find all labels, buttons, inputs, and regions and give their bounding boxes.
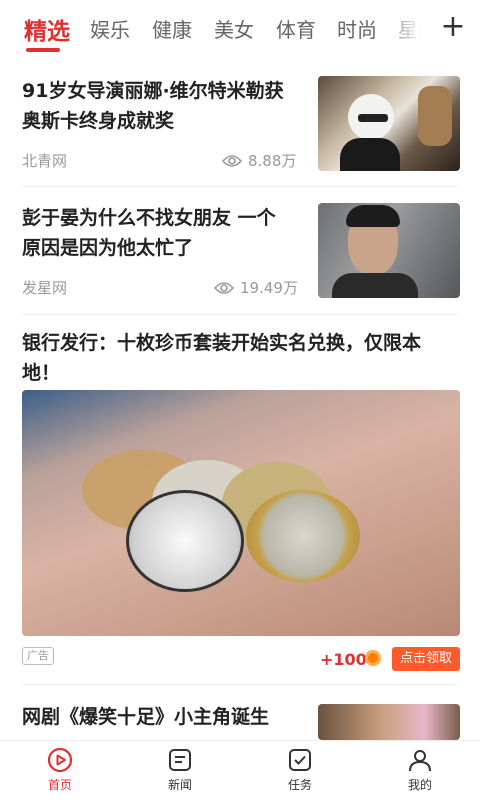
reward-points: +100 — [320, 650, 367, 669]
ad-title: 银行发行：十枚珍币套装开始实名兑换，仅限本 地！ — [22, 332, 422, 384]
view-count: 19.49万 — [214, 277, 298, 298]
tab-fade-overlay — [380, 0, 440, 58]
nav-profile[interactable]: 我的 — [390, 747, 450, 793]
article-title: 网剧《爆笑十足》小主角诞生 — [22, 706, 270, 728]
eye-icon — [222, 154, 242, 167]
article-source: 发星网 — [22, 279, 68, 297]
task-check-icon — [289, 749, 311, 771]
ad-label: 广告 — [22, 647, 54, 665]
tab-jingxuan[interactable]: 精选 — [24, 12, 70, 46]
nav-tasks[interactable]: 任务 — [270, 747, 330, 793]
divider — [22, 186, 458, 187]
ad-image-coins — [22, 390, 460, 636]
active-tab-indicator — [26, 48, 60, 52]
tab-meinv[interactable]: 美女 — [214, 14, 254, 43]
add-channel-plus-icon[interactable]: + — [440, 12, 466, 42]
divider — [22, 684, 458, 685]
eye-icon — [214, 281, 234, 294]
article-title: 彭于晏为什么不找女朋友 一个 原因是因为他太忙了 — [22, 207, 276, 259]
category-tab-bar: 精选 娱乐 健康 美女 体育 时尚 星座 + — [0, 0, 480, 58]
article-thumbnail-portrait — [318, 203, 460, 298]
article-title: 91岁女导演丽娜·维尔特米勒获 奥斯卡终身成就奖 — [22, 80, 284, 132]
tab-jiankang[interactable]: 健康 — [152, 14, 192, 43]
tab-yule[interactable]: 娱乐 — [90, 14, 130, 43]
user-icon — [409, 750, 431, 772]
article-thumbnail-oscar — [318, 76, 460, 171]
nav-news[interactable]: 新闻 — [150, 747, 210, 793]
nav-home[interactable]: 首页 — [30, 747, 90, 793]
divider — [22, 314, 458, 315]
article-source: 北青网 — [22, 152, 68, 170]
coin-icon — [365, 650, 381, 666]
bottom-navigation: 首页 新闻 任务 我的 — [0, 740, 480, 801]
article-thumbnail-drama — [318, 704, 460, 740]
tab-shishang[interactable]: 时尚 — [337, 14, 377, 43]
claim-button[interactable]: 点击领取 — [392, 647, 460, 671]
news-icon — [169, 749, 191, 771]
play-circle-icon — [47, 747, 73, 773]
tab-tiyu[interactable]: 体育 — [276, 14, 316, 43]
view-count: 8.88万 — [222, 150, 296, 171]
